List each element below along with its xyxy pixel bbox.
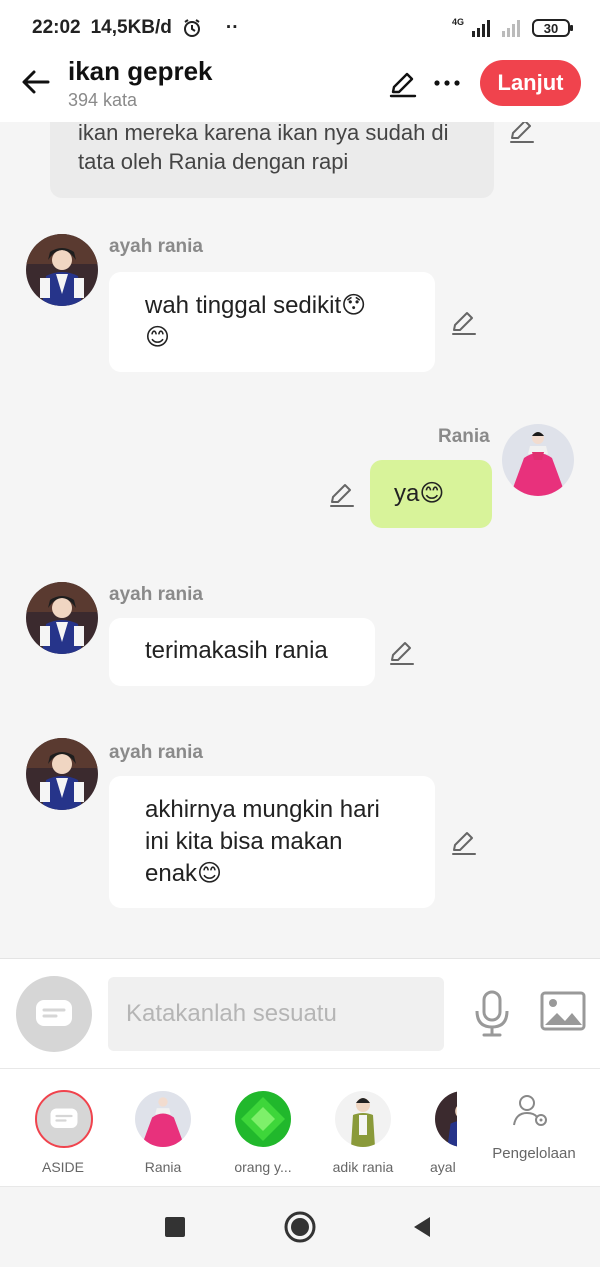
character-label: Rania: [144, 1159, 182, 1175]
microphone-icon[interactable]: [472, 989, 512, 1037]
narration-line: tata oleh Rania dengan rapi: [78, 149, 349, 174]
signal-icon: [472, 19, 490, 37]
character-selector: ASIDE Rania orang y... adik rania ayal P…: [0, 1068, 600, 1187]
signal-2-icon: [502, 19, 520, 37]
sender-name: Rania: [438, 426, 490, 447]
alarm-clock-icon: [183, 19, 200, 37]
message-bubble[interactable]: wah tinggal sedikit😯 😊: [109, 272, 435, 372]
character-aside[interactable]: ASIDE: [13, 1069, 113, 1188]
sender-name: ayah rania: [109, 584, 203, 605]
word-count: 394 kata: [68, 90, 138, 110]
smiling-face-emoji: 😊: [145, 324, 171, 351]
avatar-ayah-rania[interactable]: [26, 738, 98, 810]
narration-line: ikan mereka karena ikan nya sudah di: [78, 122, 449, 145]
avatar-ayah-rania[interactable]: [26, 582, 98, 654]
message-text: terimakasih rania: [145, 637, 328, 664]
battery-icon: 30: [532, 19, 573, 37]
character-label: ayal: [430, 1159, 456, 1175]
self-message-bubble[interactable]: ya😊: [370, 460, 492, 528]
aside-icon: [50, 1108, 78, 1128]
status-speed: 14,5KB/d: [90, 17, 172, 38]
character-orang[interactable]: orang y...: [213, 1069, 313, 1188]
status-right: 4G 30: [451, 17, 573, 37]
image-icon[interactable]: [540, 991, 586, 1031]
avatar-ayah-rania[interactable]: [26, 234, 98, 306]
edit-message-icon[interactable]: [328, 480, 356, 508]
sender-name: ayah rania: [109, 236, 203, 257]
back-arrow-icon[interactable]: [20, 66, 52, 98]
status-bar: 22:02 14,5KB/d ·· 4G 30: [0, 0, 600, 56]
edit-message-icon[interactable]: [388, 638, 416, 666]
character-label: ASIDE: [41, 1159, 84, 1175]
home-button[interactable]: [284, 1211, 316, 1243]
manage-users-icon: [513, 1095, 547, 1126]
aside-icon: [36, 1000, 72, 1026]
character-adik-rania[interactable]: adik rania: [313, 1069, 413, 1188]
message-line: enak: [145, 860, 198, 887]
edit-message-icon[interactable]: [450, 828, 478, 856]
management-button[interactable]: Pengelolaan: [478, 1069, 590, 1188]
smiling-face-emoji: 😊: [419, 480, 445, 507]
management-label: Pengelolaan: [492, 1145, 576, 1162]
status-time: 22:02: [32, 17, 81, 38]
next-button[interactable]: Lanjut: [480, 60, 581, 106]
back-nav-button[interactable]: [412, 1215, 432, 1239]
message-text: wah tinggal sedikit: [145, 292, 342, 319]
edit-message-icon[interactable]: [508, 122, 536, 144]
character-label: adik rania: [332, 1159, 394, 1175]
narration-bubble[interactable]: ikan mereka karena ikan nya sudah di tat…: [50, 122, 494, 198]
aside-toggle-button[interactable]: [16, 976, 92, 1052]
title-block: ikan geprek 394 kata: [68, 56, 213, 111]
character-avatar: [435, 1091, 457, 1147]
sender-name: ayah rania: [109, 742, 203, 763]
message-bubble[interactable]: akhirnya mungkin hari ini kita bisa maka…: [109, 776, 435, 908]
more-options-icon[interactable]: [432, 68, 462, 98]
message-input[interactable]: [108, 977, 444, 1051]
character-ayah[interactable]: ayal: [413, 1069, 457, 1188]
system-nav-bar: [0, 1187, 600, 1267]
character-avatar: [35, 1090, 93, 1148]
battery-level: 30: [543, 20, 559, 36]
character-avatar: [335, 1091, 391, 1147]
edit-message-icon[interactable]: [450, 308, 478, 336]
composer-bar: [0, 958, 600, 1068]
message-line: ini kita bisa makan: [145, 828, 343, 855]
character-avatar: [235, 1091, 291, 1147]
chat-area[interactable]: ikan mereka karena ikan nya sudah di tat…: [0, 122, 600, 958]
character-avatar: [135, 1091, 191, 1147]
message-text: ya: [394, 480, 420, 507]
story-title[interactable]: ikan geprek: [68, 56, 213, 86]
status-dots: ··: [225, 17, 239, 38]
recents-button[interactable]: [165, 1217, 185, 1237]
smiling-face-emoji: 😊: [197, 860, 223, 887]
character-label: orang y...: [234, 1159, 292, 1175]
network-type: 4G: [451, 17, 464, 27]
status-left: 22:02 14,5KB/d ··: [32, 17, 239, 39]
edit-pencil-icon[interactable]: [388, 68, 418, 98]
message-bubble[interactable]: terimakasih rania: [109, 618, 375, 686]
message-line: akhirnya mungkin hari: [145, 796, 380, 823]
top-bar: ikan geprek 394 kata Lanjut: [0, 56, 600, 122]
avatar-rania[interactable]: [502, 424, 574, 496]
character-rania[interactable]: Rania: [113, 1069, 213, 1188]
hushed-face-emoji: 😯: [341, 292, 367, 319]
